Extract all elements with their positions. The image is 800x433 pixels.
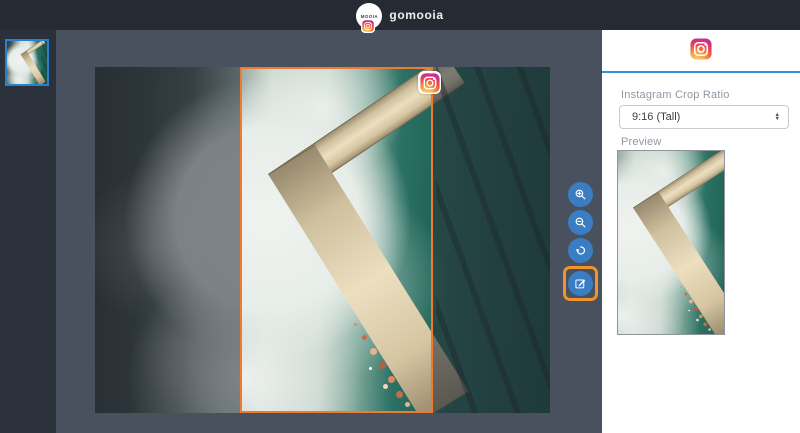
brand-name: gomooia xyxy=(389,8,444,22)
app-header: MOOIA gomooia xyxy=(0,0,800,33)
thumbnail-photo xyxy=(7,41,47,84)
preview-label: Preview xyxy=(621,136,662,148)
people-dots xyxy=(680,286,683,289)
instagram-badge xyxy=(418,71,441,94)
up-down-arrows-icon: ▲ ▼ xyxy=(774,111,780,122)
instagram-icon xyxy=(690,38,712,60)
panel-divider xyxy=(602,71,800,73)
app-root: MOOIA gomooia Instagram Crop Ratio 9:16 … xyxy=(0,0,800,433)
crop-ratio-label: Instagram Crop Ratio xyxy=(621,89,730,101)
instagram-icon xyxy=(362,20,375,32)
edit-pencil-icon xyxy=(574,279,585,289)
crop-ratio-select[interactable]: 9:16 (Tall) ▲ ▼ xyxy=(619,105,789,129)
brand-logo-circle: MOOIA xyxy=(356,3,383,33)
ocean-pool-photo xyxy=(7,41,47,84)
rotate-button[interactable] xyxy=(567,238,593,263)
edit-button[interactable] xyxy=(567,271,593,296)
preview-box xyxy=(617,150,725,335)
image-stage[interactable] xyxy=(95,67,550,413)
zoom-out-button[interactable] xyxy=(567,210,593,235)
image-thumbnail[interactable] xyxy=(5,39,49,86)
brand-logo[interactable]: MOOIA gomooia xyxy=(356,1,444,33)
zoom-in-button[interactable] xyxy=(567,182,593,207)
edit-button-highlight xyxy=(562,266,598,301)
pool-lane-lines xyxy=(41,41,47,84)
crop-mask-right xyxy=(433,67,550,413)
preview-photo xyxy=(618,151,724,334)
instagram-icon xyxy=(419,72,440,93)
rotate-ccw-icon xyxy=(575,246,585,255)
tool-stack xyxy=(561,182,599,301)
zoom-in-icon xyxy=(575,189,585,200)
panel-instagram-icon xyxy=(690,38,712,60)
pier-lower-segment xyxy=(633,192,724,334)
ocean-pool-photo xyxy=(618,151,724,334)
editor-canvas xyxy=(56,30,602,433)
brand-logo-text: MOOIA xyxy=(360,13,379,19)
main-row: Instagram Crop Ratio 9:16 (Tall) ▲ ▼ Pre… xyxy=(0,30,800,433)
crop-mask-left xyxy=(95,67,240,413)
instagram-badge xyxy=(361,19,376,33)
crop-ratio-value: 9:16 (Tall) xyxy=(632,111,681,123)
settings-panel: Instagram Crop Ratio 9:16 (Tall) ▲ ▼ Pre… xyxy=(602,30,800,433)
crop-rectangle[interactable] xyxy=(240,67,441,413)
zoom-out-icon xyxy=(575,217,585,228)
thumbnail-rail xyxy=(0,30,56,433)
